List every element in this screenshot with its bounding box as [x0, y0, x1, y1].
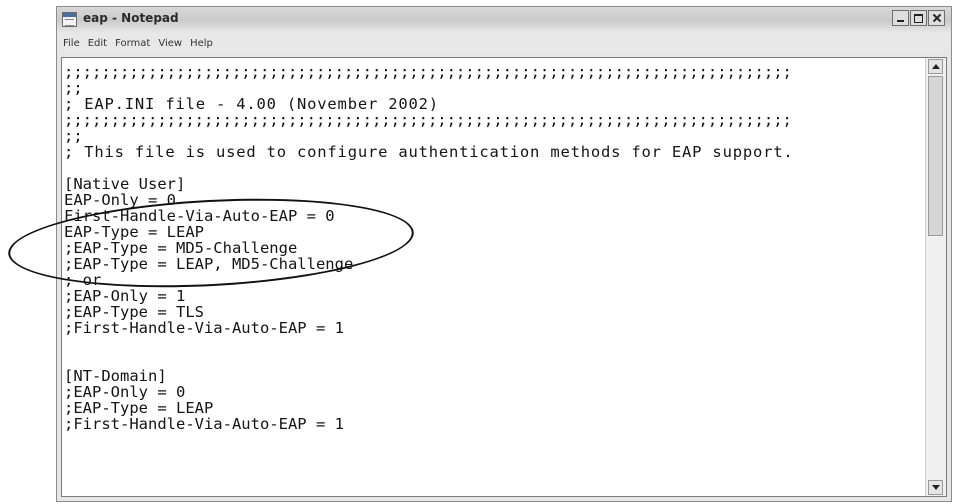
editor-line: ;EAP-Type = MD5-Challenge — [64, 239, 298, 257]
editor-line: [NT-Domain] — [64, 367, 167, 385]
editor-line: ;; — [64, 79, 83, 97]
menu-format[interactable]: Format — [113, 38, 156, 49]
scroll-up-arrow-icon[interactable] — [928, 59, 943, 74]
editor-line: ;;;;;;;;;;;;;;;;;;;;;;;;;;;;;;;;;;;;;;;;… — [64, 111, 792, 129]
text-editor[interactable]: ;;;;;;;;;;;;;;;;;;;;;;;;;;;;;;;;;;;;;;;;… — [61, 57, 947, 497]
editor-line: ;;;;;;;;;;;;;;;;;;;;;;;;;;;;;;;;;;;;;;;;… — [64, 64, 792, 81]
menu-edit[interactable]: Edit — [86, 38, 113, 49]
scrollbar-thumb[interactable] — [928, 76, 943, 236]
caption-buttons — [891, 10, 945, 26]
menu-view[interactable]: View — [156, 38, 188, 49]
scroll-down-arrow-icon[interactable] — [928, 480, 943, 495]
editor-line: ; or — [64, 271, 102, 289]
editor-text-area[interactable]: ;;;;;;;;;;;;;;;;;;;;;;;;;;;;;;;;;;;;;;;;… — [64, 64, 922, 496]
maximize-button[interactable] — [910, 10, 927, 26]
notepad-icon[interactable] — [62, 12, 77, 27]
editor-line: ;EAP-Type = TLS — [64, 303, 204, 321]
editor-line: ;First-Handle-Via-Auto-EAP = 1 — [64, 319, 344, 337]
menu-bar: File Edit Format View Help — [57, 33, 951, 53]
editor-line: First-Handle-Via-Auto-EAP = 0 — [64, 207, 335, 225]
editor-line: ;EAP-Only = 0 — [64, 383, 186, 401]
editor-line: EAP-Type = LEAP — [64, 223, 204, 241]
editor-line: EAP-Only = 0 — [64, 191, 176, 209]
editor-line: ; EAP.INI file - 4.00 (November 2002) — [64, 95, 439, 113]
editor-line: [Native User] — [64, 175, 186, 193]
menu-file[interactable]: File — [61, 38, 86, 49]
editor-line: ;EAP-Type = LEAP, MD5-Challenge — [64, 255, 354, 273]
editor-line: ;First-Handle-Via-Auto-EAP = 1 — [64, 415, 344, 433]
close-button[interactable] — [928, 10, 945, 26]
notepad-window: eap - Notepad File Edit Format View Help… — [56, 6, 952, 502]
menu-help[interactable]: Help — [188, 38, 219, 49]
editor-line: ;EAP-Only = 1 — [64, 287, 186, 305]
window-title: eap - Notepad — [83, 11, 179, 25]
editor-line: ;; — [64, 127, 83, 145]
vertical-scrollbar[interactable] — [925, 58, 946, 496]
minimize-button[interactable] — [892, 10, 909, 26]
editor-line: ;EAP-Type = LEAP — [64, 399, 214, 417]
title-bar[interactable]: eap - Notepad — [57, 7, 951, 33]
editor-line: ; This file is used to configure authent… — [64, 143, 794, 161]
